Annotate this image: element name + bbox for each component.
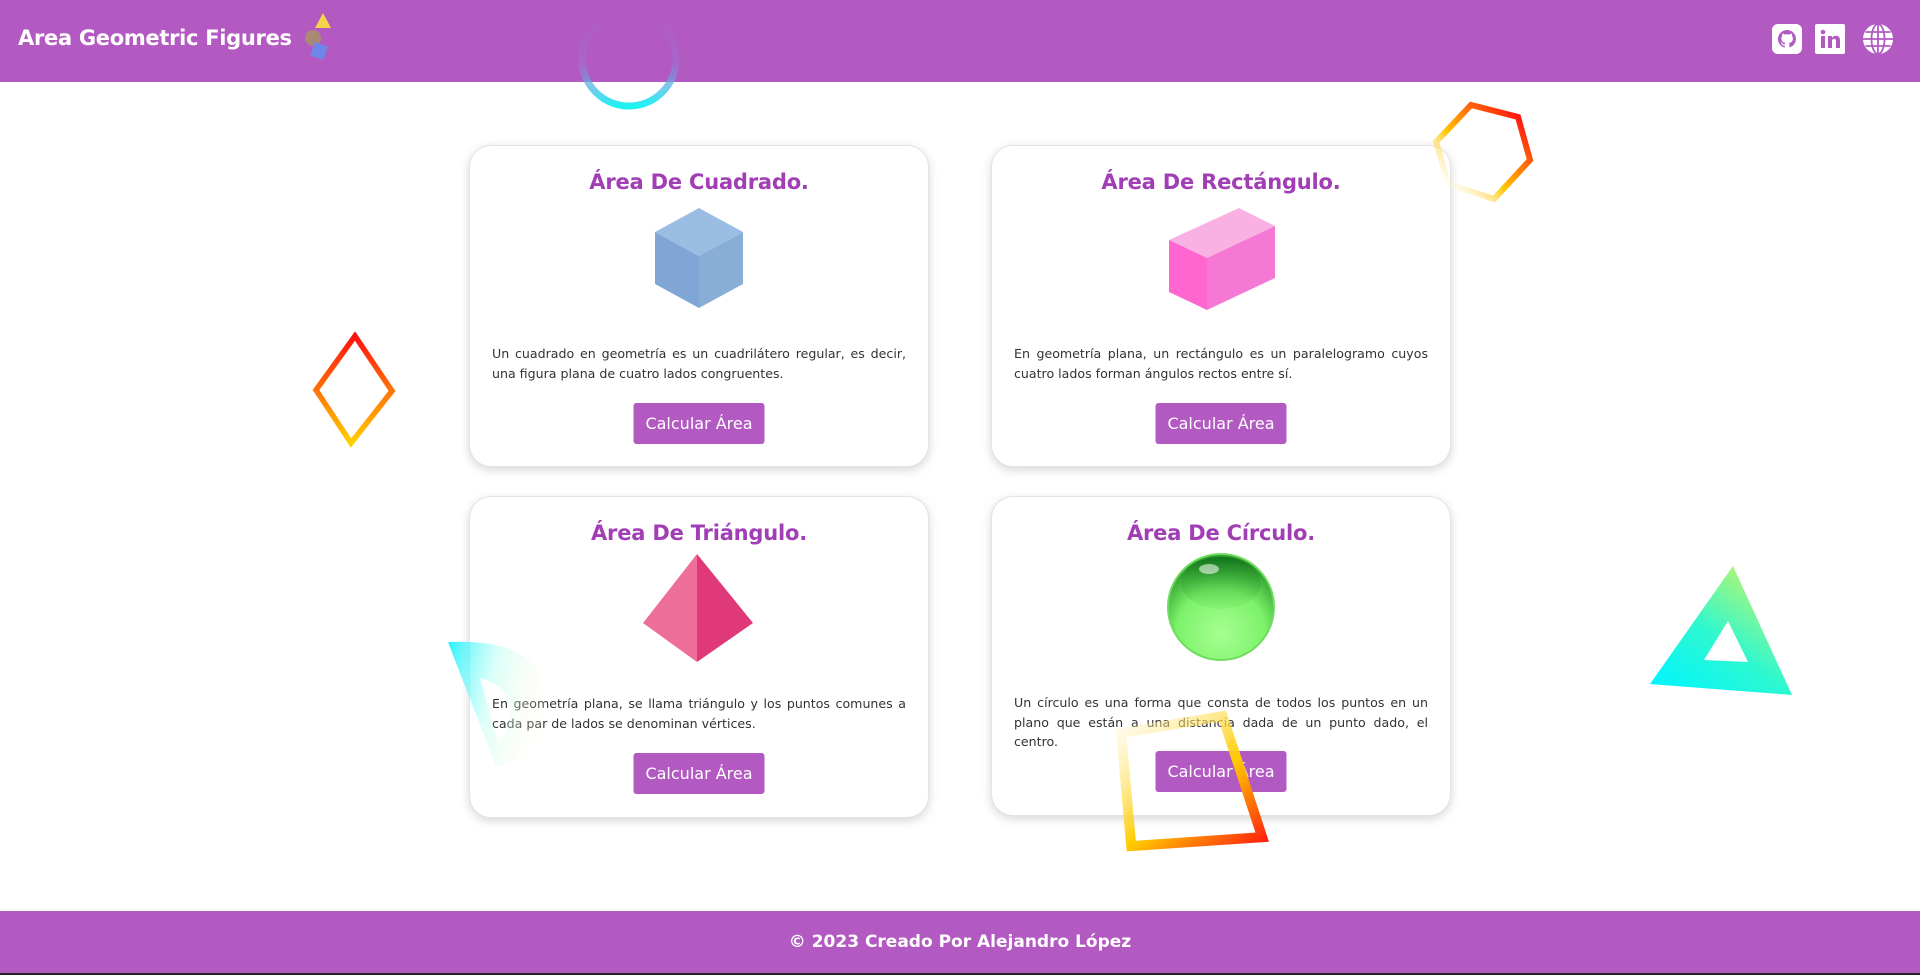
calculate-square-button[interactable]: Calcular Área [633,403,765,444]
card-description: En geometría plana, un rectángulo es un … [1014,346,1428,381]
decorative-diamond-icon [312,330,396,450]
footer: © 2023 Creado Por Alejandro López [0,911,1920,973]
pink-pyramid-icon [641,551,757,669]
calculate-triangle-button[interactable]: Calcular Área [633,753,765,794]
card-title: Área De Círculo. [1126,521,1316,545]
website-link[interactable] [1861,22,1895,56]
card-square: Área De Cuadrado. Un cuadrado en geometr… [469,145,929,467]
card-title: Área De Rectángulo. [1101,170,1341,194]
github-icon [1770,22,1804,56]
decorative-triangle-icon [1648,564,1798,698]
calculate-rectangle-button[interactable]: Calcular Área [1155,403,1287,444]
linkedin-link[interactable] [1813,22,1847,56]
card-title: Área De Triángulo. [591,521,807,545]
card-rectangle: Área De Rectángulo. En geometría plana, … [991,145,1451,467]
github-link[interactable] [1770,22,1804,56]
blue-cube-icon [651,204,747,316]
card-circle: Área De Círculo. Un círculo es una forma… [991,496,1451,816]
card-triangle: Área De Triángulo. En geometría plana, s… [469,496,929,818]
pink-box-icon [1163,202,1279,318]
card-title: Área De Cuadrado. [589,170,809,194]
green-sphere-icon [1165,551,1277,667]
linkedin-icon [1813,22,1847,56]
card-description: Un cuadrado en geometría es un cuadrilát… [492,346,906,381]
shapes-logo-icon [298,10,338,66]
calculate-circle-button[interactable]: Calcular Área [1155,751,1287,792]
globe-icon [1861,22,1895,56]
card-description: En geometría plana, se llama triángulo y… [492,696,906,731]
footer-copyright: © 2023 Creado Por Alejandro López [788,932,1132,952]
top-navbar: Area Geometric Figures [0,0,1920,82]
card-description: Un círculo es una forma que consta de to… [1014,695,1428,749]
app-title[interactable]: Area Geometric Figures [18,26,292,50]
